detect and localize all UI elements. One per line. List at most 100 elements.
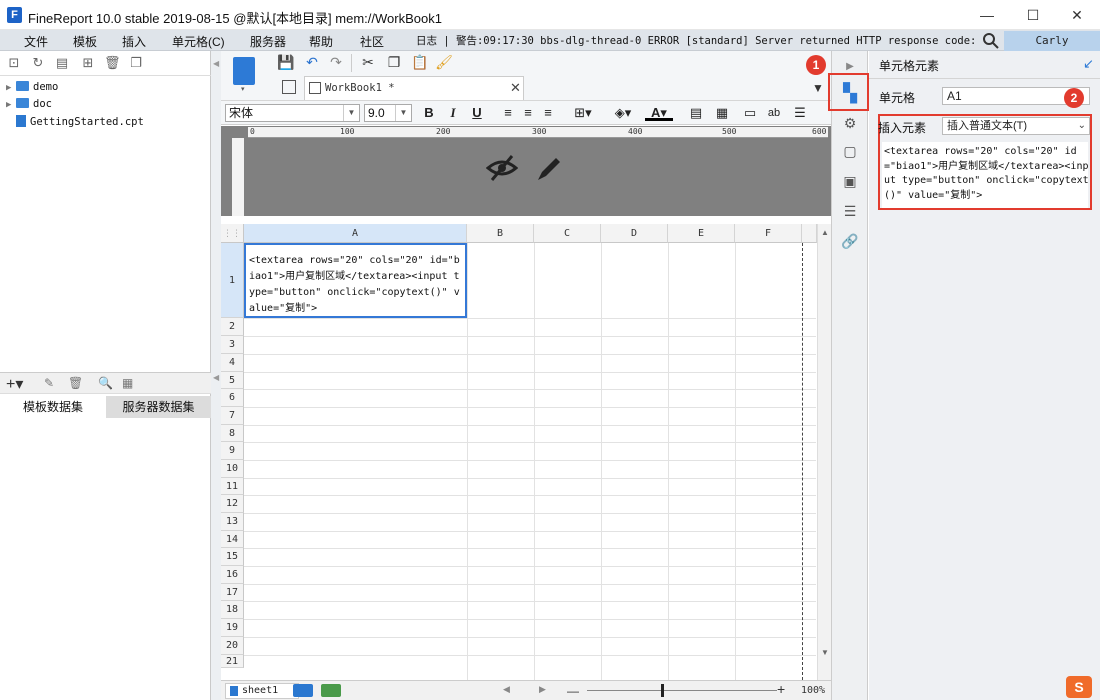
scroll-left-icon[interactable]: ◀ <box>503 684 510 695</box>
tab-template-dataset[interactable]: 模板数据集 <box>0 396 106 418</box>
row-header-19[interactable]: 19 <box>221 619 244 637</box>
underline-button[interactable]: U <box>468 105 486 121</box>
border-button[interactable]: ⊞▾ <box>569 105 597 121</box>
row-header-7[interactable]: 7 <box>221 407 244 425</box>
lock-icon[interactable]: ⊞ <box>80 55 96 71</box>
fill-color-button[interactable]: ◈▾ <box>609 105 637 121</box>
cell-attribute-icon[interactable]: ⚙ <box>840 113 860 133</box>
row-header-17[interactable]: 17 <box>221 584 244 601</box>
refresh-icon[interactable]: ↻ <box>30 55 46 71</box>
wrap-button[interactable]: ▭ <box>741 105 759 121</box>
edit-icon[interactable]: ✎ <box>44 376 54 390</box>
merge-cells-button[interactable]: ▤ <box>687 105 705 121</box>
row-header-8[interactable]: 8 <box>221 425 244 442</box>
menu-file[interactable]: 文件 <box>24 33 48 50</box>
text-format-button[interactable]: ab <box>765 105 783 121</box>
row-header-4[interactable]: 4 <box>221 354 244 372</box>
add-report-sheet-icon[interactable] <box>293 684 313 697</box>
row-header-5[interactable]: 5 <box>221 372 244 389</box>
tab-server-dataset[interactable]: 服务器数据集 <box>106 396 211 418</box>
template-icon[interactable] <box>233 57 255 85</box>
font-color-button[interactable]: A▾ <box>645 105 673 121</box>
bold-button[interactable]: B <box>420 105 438 121</box>
row-header-10[interactable]: 10 <box>221 460 244 478</box>
zoom-slider[interactable] <box>587 690 777 691</box>
row-header-1[interactable]: 1 <box>221 243 244 318</box>
copy-icon[interactable]: ❐ <box>128 55 144 71</box>
undo-icon[interactable]: ↶ <box>303 53 321 71</box>
edit-pencil-icon[interactable] <box>534 152 566 184</box>
tree-item-demo[interactable]: ▶ demo <box>6 81 58 93</box>
panel-splitter[interactable]: ◀ ◀ <box>211 51 221 700</box>
new-report-icon[interactable] <box>282 80 296 94</box>
paste-icon[interactable]: 📋 <box>411 53 429 71</box>
column-header-e[interactable]: E <box>668 224 735 243</box>
cell-content-text[interactable]: <textarea rows="20" cols="20" id="biao1"… <box>884 145 1089 203</box>
row-header-14[interactable]: 14 <box>221 531 244 548</box>
add-dataset-button[interactable]: +▾ <box>6 374 23 394</box>
condition-attribute-icon[interactable]: ☰ <box>840 201 860 221</box>
delete-dataset-icon[interactable]: 🗑 <box>68 376 83 390</box>
column-header-a[interactable]: A <box>244 224 467 243</box>
vertical-scrollbar[interactable]: ▲ ▼ <box>817 224 831 680</box>
delete-icon[interactable]: 🗑 <box>104 55 121 71</box>
close-tab-icon[interactable]: ✕ <box>510 80 521 96</box>
format-painter-icon[interactable]: 🖌 <box>435 53 453 71</box>
expand-icon[interactable]: ▶ <box>6 100 16 110</box>
row-header-11[interactable]: 11 <box>221 478 244 495</box>
minimize-button[interactable]: — <box>964 0 1010 30</box>
log-message[interactable]: 日志 | 警告:09:17:30 bbs-dlg-thread-0 ERROR … <box>416 33 976 48</box>
row-header-2[interactable]: 2 <box>221 318 244 336</box>
zoom-out-button[interactable]: — <box>567 684 579 698</box>
tree-item-gettingstarted[interactable]: GettingStarted.cpt <box>16 115 144 128</box>
align-right-button[interactable]: ≡ <box>539 105 557 121</box>
column-header-f[interactable]: F <box>735 224 802 243</box>
row-header-6[interactable]: 6 <box>221 389 244 407</box>
row-header-13[interactable]: 13 <box>221 513 244 531</box>
menu-cell[interactable]: 单元格(C) <box>172 33 225 50</box>
new-folder-icon[interactable]: ⊡ <box>6 55 22 71</box>
redo-icon[interactable]: ↷ <box>327 53 345 71</box>
workbook-tab[interactable]: WorkBook1 * ✕ <box>304 76 524 100</box>
insert-element-select[interactable]: 插入普通文本(T) ⌄ <box>942 117 1090 135</box>
scroll-right-icon[interactable]: ▶ <box>539 684 546 695</box>
widget-settings-icon[interactable]: ▣ <box>840 171 860 191</box>
dataset-settings-icon[interactable]: ▦ <box>122 376 133 390</box>
italic-button[interactable]: I <box>444 105 462 121</box>
cut-icon[interactable]: ✂ <box>359 53 377 71</box>
row-header-3[interactable]: 3 <box>221 336 244 354</box>
user-name[interactable]: Carly <box>1004 31 1100 51</box>
menu-help[interactable]: 帮助 <box>309 33 333 50</box>
align-left-button[interactable]: ≡ <box>499 105 517 121</box>
open-icon[interactable]: ▤ <box>54 55 70 71</box>
hide-icon[interactable] <box>486 152 518 184</box>
copy-icon[interactable]: ❐ <box>385 53 403 71</box>
pin-icon[interactable]: ↙ <box>1083 56 1094 72</box>
preview-icon[interactable]: 🔍 <box>98 376 113 390</box>
align-center-button[interactable]: ≡ <box>519 105 537 121</box>
font-size-select[interactable]: 9.0 ▼ <box>364 104 412 122</box>
tree-item-doc[interactable]: ▶ doc <box>6 98 52 110</box>
row-header-9[interactable]: 9 <box>221 442 244 460</box>
sheet-tab[interactable]: sheet1 <box>225 683 299 699</box>
float-element-icon[interactable]: ▢ <box>840 141 860 161</box>
column-header-d[interactable]: D <box>601 224 668 243</box>
row-header-12[interactable]: 12 <box>221 495 244 513</box>
row-header-20[interactable]: 20 <box>221 637 244 655</box>
row-header-16[interactable]: 16 <box>221 566 244 584</box>
column-header-b[interactable]: B <box>467 224 534 243</box>
menu-community[interactable]: 社区 <box>360 33 384 50</box>
paragraph-button[interactable]: ☰ <box>791 105 809 121</box>
row-header-21[interactable]: 21 <box>221 655 244 668</box>
menu-template[interactable]: 模板 <box>73 33 97 50</box>
zoom-slider-handle[interactable] <box>661 684 664 697</box>
row-header-18[interactable]: 18 <box>221 601 244 619</box>
hyperlink-icon[interactable]: 🔗 <box>840 231 860 251</box>
cell-a1[interactable]: <textarea rows="20" cols="20" id="biao1"… <box>244 243 467 318</box>
expand-icon[interactable]: ▶ <box>6 83 16 93</box>
add-dashboard-sheet-icon[interactable] <box>321 684 341 697</box>
column-header-c[interactable]: C <box>534 224 601 243</box>
row-header-15[interactable]: 15 <box>221 548 244 566</box>
menu-server[interactable]: 服务器 <box>250 33 286 50</box>
save-icon[interactable]: 💾 <box>277 53 295 71</box>
